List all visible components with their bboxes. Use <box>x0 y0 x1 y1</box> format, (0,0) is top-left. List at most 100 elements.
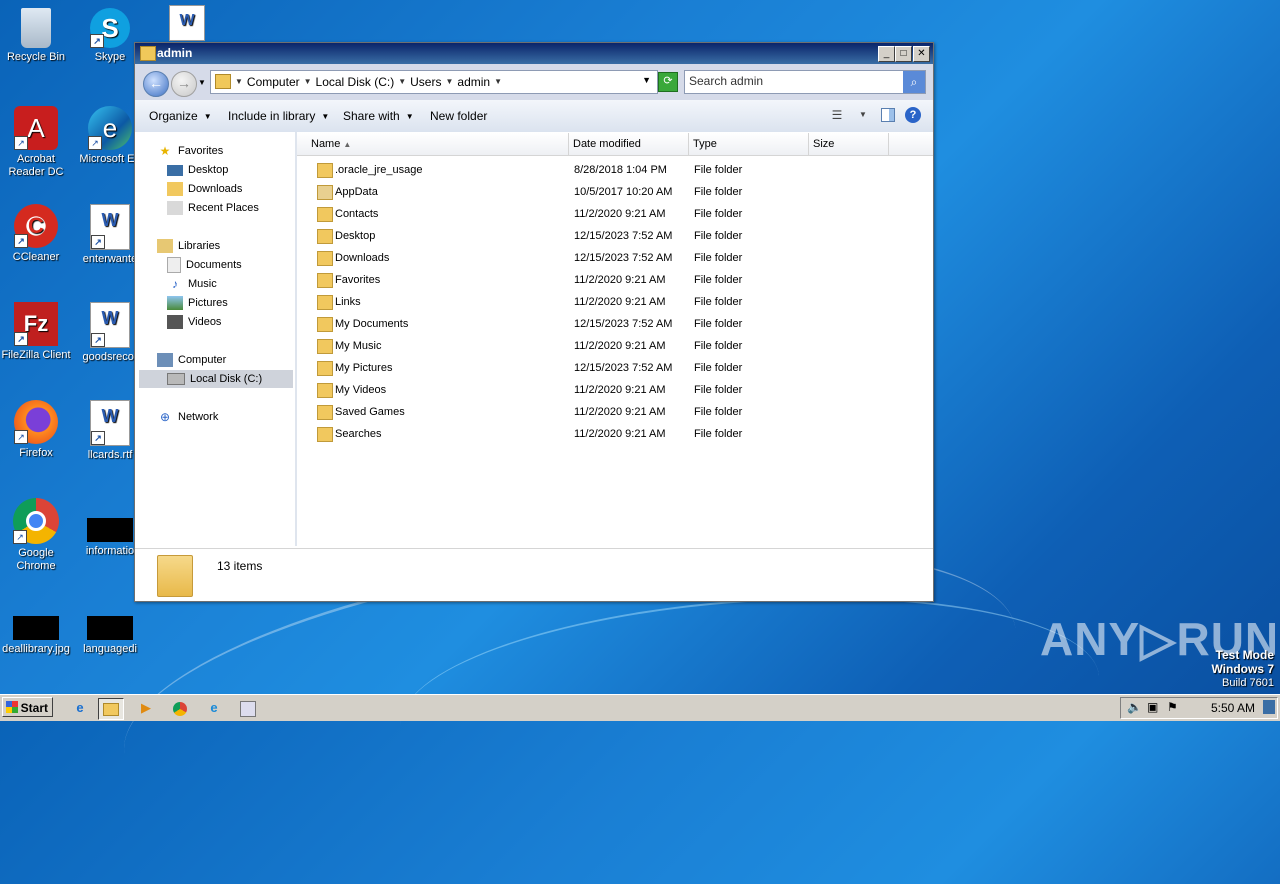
table-row[interactable]: Contacts 11/2/2020 9:21 AM File folder <box>297 204 933 226</box>
breadcrumb-computer[interactable]: Computer <box>247 75 300 89</box>
cell-name: My Videos <box>335 384 387 396</box>
nav-network[interactable]: ⊕ Network <box>157 408 218 426</box>
search-icon[interactable]: ⌕ <box>903 71 925 93</box>
folder-icon <box>140 46 156 61</box>
star-icon: ★ <box>159 144 171 158</box>
desktop-icon-recycle-bin[interactable]: Recycle Bin <box>1 8 71 64</box>
edge-icon[interactable]: e <box>202 698 226 718</box>
table-row[interactable]: My Pictures 12/15/2023 7:52 AM File folder <box>297 358 933 380</box>
app-taskbar-icon[interactable] <box>236 698 260 718</box>
breadcrumb-admin[interactable]: admin <box>457 75 490 89</box>
media-player-icon[interactable]: ▶ <box>134 698 158 718</box>
back-button[interactable]: ← <box>143 71 169 97</box>
breadcrumb-users[interactable]: Users <box>410 75 441 89</box>
cell-type: File folder <box>694 362 743 374</box>
title-bar[interactable]: admin _ □ ✕ <box>135 43 933 64</box>
folder-icon <box>317 229 333 244</box>
folder-icon <box>215 74 231 89</box>
volume-icon[interactable]: 🔈 <box>1127 700 1142 714</box>
chevron-down-icon[interactable]: ▼ <box>445 75 453 89</box>
desktop-icon-languagedi[interactable]: languagedi <box>75 596 145 656</box>
nav-item-local-disk[interactable]: Local Disk (C:) <box>139 370 293 388</box>
music-icon: ♪ <box>172 277 178 291</box>
desktop-icon-firefox[interactable]: ↗ Firefox <box>1 400 71 460</box>
table-row[interactable]: Searches 11/2/2020 9:21 AM File folder <box>297 424 933 446</box>
address-dropdown-icon[interactable]: ▼ <box>642 75 651 85</box>
internet-explorer-icon[interactable]: e <box>68 698 92 718</box>
cell-type: File folder <box>694 384 743 396</box>
nav-item-pictures[interactable]: Pictures <box>167 294 228 312</box>
address-field[interactable]: ▼ Computer ▼ Local Disk (C:) ▼ Users ▼ a… <box>210 70 658 94</box>
documents-icon <box>167 257 181 273</box>
desktop-icon-word-doc[interactable]: W <box>152 5 222 44</box>
libraries-icon <box>157 239 173 253</box>
column-type[interactable]: Type <box>689 133 809 155</box>
explorer-window[interactable]: admin _ □ ✕ ← → ▼ ▼ Computer ▼ Local Dis… <box>134 42 934 602</box>
nav-favorites[interactable]: ★ Favorites <box>157 142 224 160</box>
table-row[interactable]: My Music 11/2/2020 9:21 AM File folder <box>297 336 933 358</box>
chevron-down-icon[interactable]: ▼ <box>494 75 502 89</box>
desktop-icon-filezilla[interactable]: Fz ↗ FileZilla Client <box>1 302 71 362</box>
close-button[interactable]: ✕ <box>913 46 930 62</box>
table-row[interactable]: .oracle_jre_usage 8/28/2018 1:04 PM File f… <box>297 160 933 182</box>
explorer-taskbar-button[interactable] <box>98 698 124 720</box>
minimize-button[interactable]: _ <box>878 46 895 62</box>
start-button[interactable]: Start <box>2 697 53 717</box>
search-box[interactable]: ⌕ <box>684 70 926 94</box>
desktop-icon-acrobat[interactable]: A ↗ Acrobat Reader DC <box>1 106 71 179</box>
nav-computer[interactable]: Computer <box>157 351 226 369</box>
table-row[interactable]: Links 11/2/2020 9:21 AM File folder <box>297 292 933 314</box>
column-date-modified[interactable]: Date modified <box>569 133 689 155</box>
chevron-down-icon[interactable]: ▼ <box>398 75 406 89</box>
nav-label: Libraries <box>178 240 221 252</box>
nav-libraries[interactable]: Libraries <box>157 237 220 255</box>
share-with-button[interactable]: Share with ▼ <box>343 109 414 123</box>
chevron-down-icon[interactable]: ▼ <box>304 75 312 89</box>
nav-item-recent-places[interactable]: Recent Places <box>167 199 259 217</box>
nav-item-downloads[interactable]: Downloads <box>167 180 242 198</box>
forward-button[interactable]: → <box>171 71 197 97</box>
breadcrumb-local-disk[interactable]: Local Disk (C:) <box>316 75 395 89</box>
table-row[interactable]: My Documents 12/15/2023 7:52 AM File folde… <box>297 314 933 336</box>
cell-name: My Music <box>335 340 382 352</box>
nav-item-desktop[interactable]: Desktop <box>167 161 228 179</box>
chevron-down-icon[interactable]: ▼ <box>855 107 871 123</box>
show-desktop-icon[interactable] <box>1263 700 1275 714</box>
nav-item-videos[interactable]: Videos <box>167 313 221 331</box>
help-icon[interactable]: ? <box>905 107 921 123</box>
cell-date: 10/5/2017 10:20 AM <box>574 186 673 198</box>
maximize-button[interactable]: □ <box>895 46 912 62</box>
table-row[interactable]: AppData 10/5/2017 10:20 AM File folder <box>297 182 933 204</box>
view-options-icon[interactable]: ☰ <box>829 107 845 123</box>
include-in-library-button[interactable]: Include in library ▼ <box>228 109 329 123</box>
table-row[interactable]: Desktop 12/15/2023 7:52 AM File folder <box>297 226 933 248</box>
action-center-flag-icon[interactable]: ⚑ <box>1167 700 1178 714</box>
word-document-icon: W ↗ <box>90 400 130 446</box>
table-row[interactable]: Downloads 12/15/2023 7:52 AM File folder <box>297 248 933 270</box>
column-name[interactable]: Name ▲ <box>297 133 569 155</box>
column-size[interactable]: Size <box>809 133 889 155</box>
cell-type: File folder <box>694 340 743 352</box>
network-tray-icon[interactable]: ▣ <box>1147 700 1158 714</box>
table-row[interactable]: Favorites 11/2/2020 9:21 AM File folder <box>297 270 933 292</box>
chrome-icon[interactable] <box>168 698 192 718</box>
nav-label: Computer <box>178 354 227 366</box>
table-row[interactable]: Saved Games 11/2/2020 9:21 AM File folder <box>297 402 933 424</box>
new-folder-button[interactable]: New folder <box>430 109 487 123</box>
preview-pane-icon[interactable] <box>881 108 895 122</box>
nav-item-music[interactable]: ♪ Music <box>167 275 217 293</box>
organize-label: Organize <box>149 109 198 123</box>
search-input[interactable] <box>689 73 899 89</box>
table-row[interactable]: My Videos 11/2/2020 9:21 AM File folder <box>297 380 933 402</box>
organize-button[interactable]: Organize ▼ <box>149 109 212 123</box>
chevron-down-icon: ▼ <box>405 111 414 121</box>
refresh-button[interactable]: ⟳ <box>658 72 678 92</box>
desktop-icon-deallibrary[interactable]: deallibrary.jpg <box>1 596 71 656</box>
column-label: Name <box>311 138 341 150</box>
nav-item-documents[interactable]: Documents <box>167 256 242 274</box>
clock[interactable]: 5:50 AM <box>1211 701 1255 715</box>
chevron-down-icon[interactable]: ▼ <box>235 75 243 89</box>
desktop-icon-chrome[interactable]: ↗ Google Chrome <box>1 498 71 573</box>
recent-pages-dropdown[interactable]: ▼ <box>198 78 206 87</box>
desktop-icon-ccleaner[interactable]: C ↗ CCleaner <box>1 204 71 264</box>
